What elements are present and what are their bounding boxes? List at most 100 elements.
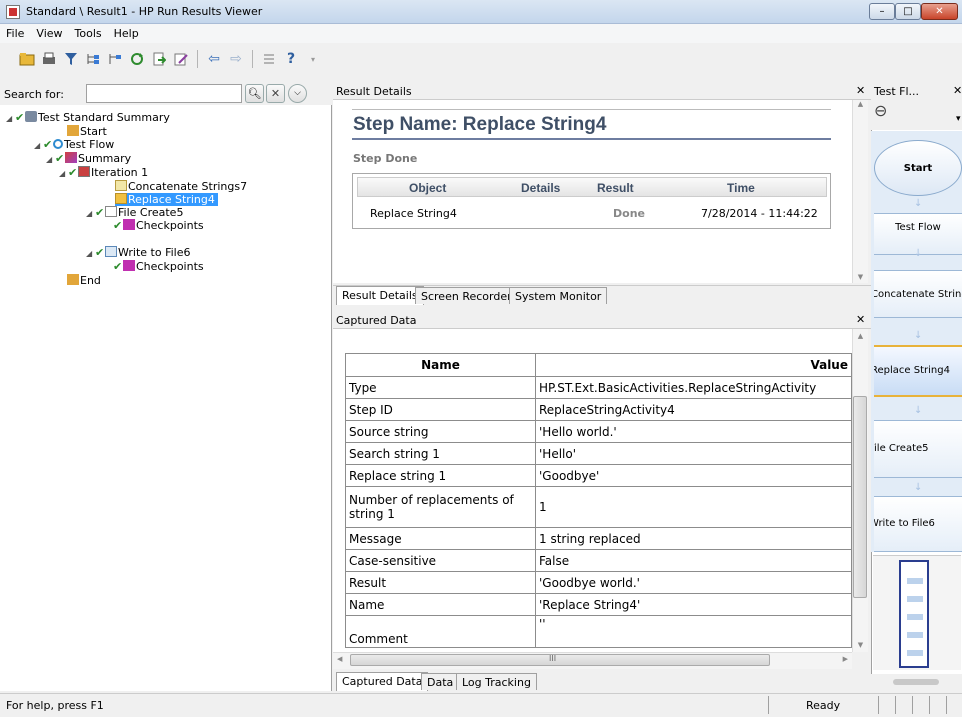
search-label: Search for: — [4, 88, 64, 101]
tree-node-test-summary[interactable]: ◢ ✔ Test Standard Summary — [6, 111, 170, 124]
flow-node-concatenate[interactable]: Concatenate Strings — [874, 270, 962, 318]
tab-result-details[interactable]: Result Details — [336, 286, 424, 305]
expand-toggle-icon[interactable]: ◢ — [86, 247, 95, 260]
tab-screen-recorder[interactable]: Screen Recorder — [415, 287, 518, 304]
close-icon[interactable]: ✕ — [953, 84, 962, 97]
flow-node-label: Concatenate Strings — [874, 289, 962, 300]
tab-log-tracking[interactable]: Log Tracking — [456, 673, 537, 690]
open-folder-icon[interactable] — [18, 50, 36, 68]
zoom-out-icon[interactable]: ⊖ — [874, 101, 887, 120]
expand-toggle-icon[interactable]: ◢ — [46, 153, 55, 166]
collapse-all-icon[interactable] — [106, 50, 124, 68]
result-details-scrollbar[interactable]: ▲ ▼ — [852, 100, 868, 283]
tree-node-test-flow[interactable]: ◢ ✔ Test Flow — [34, 138, 114, 151]
results-tree-pane — [0, 83, 332, 691]
close-icon[interactable]: ✕ — [856, 84, 865, 97]
flow-arrow-icon: ↓ — [914, 482, 923, 493]
help-icon[interactable]: ? — [282, 50, 300, 68]
tree-node-file-create[interactable]: ◢ ✔ File Create5 — [86, 206, 183, 219]
passed-check-icon: ✔ — [113, 260, 123, 273]
refresh-icon[interactable] — [128, 50, 146, 68]
menu-help[interactable]: Help — [108, 24, 145, 40]
tree-node-start[interactable]: Start — [67, 125, 107, 138]
expand-toggle-icon[interactable]: ◢ — [86, 207, 95, 220]
forward-arrow-icon[interactable]: ⇨ — [227, 50, 245, 68]
flow-node-write-file[interactable]: Write to File6 — [874, 496, 962, 552]
tree-node-label: Summary — [78, 152, 132, 165]
param-value-cell: 'Goodbye' — [535, 464, 852, 487]
flow-node-start[interactable]: Start — [874, 140, 962, 196]
menu-bar: File View Tools Help — [0, 24, 962, 43]
flow-node-label: Write to File6 — [874, 518, 935, 529]
menu-file[interactable]: File — [0, 24, 30, 40]
toolbar-overflow-icon[interactable]: ▾ — [304, 50, 322, 68]
tree-node-checkpoints[interactable]: ✔ Checkpoints — [113, 219, 204, 232]
status-help-text: For help, press F1 — [6, 699, 104, 712]
menu-tools[interactable]: Tools — [69, 24, 108, 40]
toolbar-buttons: ⇦ ⇨ ? ▾ — [18, 48, 322, 70]
flow-arrow-icon: ↓ — [914, 248, 923, 259]
menu-view[interactable]: View — [30, 24, 68, 40]
expand-toggle-icon[interactable]: ◢ — [34, 139, 43, 152]
tree-node-concatenate[interactable]: Concatenate Strings7 — [115, 180, 247, 193]
search-options-icon[interactable]: ⌵ — [288, 84, 307, 103]
status-divider — [929, 696, 930, 714]
expand-toggle-icon[interactable]: ◢ — [59, 167, 68, 180]
tree-node-replace-string[interactable]: Replace String4 — [115, 193, 218, 206]
tab-system-monitor[interactable]: System Monitor — [509, 287, 608, 304]
search-input[interactable] — [86, 84, 242, 103]
tab-captured-data[interactable]: Captured Data — [336, 672, 429, 691]
tree-node-checkpoints[interactable]: ✔ Checkpoints — [113, 260, 204, 273]
param-value-cell: 1 — [535, 486, 852, 528]
divider — [352, 138, 831, 140]
param-name-cell: Case-sensitive — [345, 549, 536, 572]
tree-node-end[interactable]: End — [67, 274, 101, 287]
flow-node-replace-string[interactable]: Replace String4 — [874, 345, 962, 397]
tree-node-iteration[interactable]: ◢ ✔ Iteration 1 — [59, 166, 148, 179]
param-name-cell: Search string 1 — [345, 442, 536, 465]
result-details-header — [333, 83, 871, 100]
tab-data[interactable]: Data — [421, 673, 460, 690]
export-icon[interactable] — [150, 50, 168, 68]
start-step-icon — [67, 125, 79, 136]
flow-node-file-create[interactable]: File Create5 — [874, 420, 962, 478]
print-icon[interactable] — [40, 50, 58, 68]
close-window-button[interactable]: ✕ — [921, 3, 958, 20]
param-name-cell: Number of replacements of string 1 — [345, 486, 536, 528]
close-icon[interactable]: ✕ — [856, 313, 865, 326]
param-value-cell: 'Hello' — [535, 442, 852, 465]
captured-data-title: Captured Data — [336, 314, 417, 327]
clear-search-icon[interactable]: ✕ — [266, 84, 285, 103]
expand-toggle-icon[interactable]: ◢ — [6, 112, 15, 125]
back-arrow-icon[interactable]: ⇦ — [205, 50, 223, 68]
maximize-button[interactable]: □ — [895, 3, 921, 20]
filter-icon[interactable] — [62, 50, 80, 68]
scrollbar-thumb[interactable] — [853, 396, 867, 598]
search-icon[interactable]: 🔍︎ — [245, 84, 264, 103]
minimap-viewport[interactable] — [899, 560, 929, 668]
file-create-icon — [105, 206, 117, 217]
expand-all-icon[interactable] — [84, 50, 102, 68]
step-name-heading: Step Name: Replace String4 — [353, 114, 607, 135]
passed-check-icon: ✔ — [95, 206, 105, 219]
param-name-cell: Message — [345, 527, 536, 550]
list-view-icon[interactable] — [260, 50, 278, 68]
result-time-cell: 7/28/2014 - 11:44:22 — [701, 207, 818, 220]
minimize-button[interactable]: – — [869, 3, 895, 20]
tree-node-write-file[interactable]: ◢ ✔ Write to File6 — [86, 246, 190, 259]
column-header-time: Time — [727, 181, 755, 195]
param-value-cell: '' — [535, 615, 852, 648]
end-step-icon — [67, 274, 79, 285]
tree-node-summary[interactable]: ◢ ✔ Summary — [46, 152, 131, 165]
param-value-cell: 1 string replaced — [535, 527, 852, 550]
scrollbar-thumb[interactable]: III — [350, 654, 770, 666]
param-name-cell: Type — [345, 376, 536, 399]
tree-node-label: End — [80, 274, 101, 287]
zoom-dropdown-icon[interactable]: ▾ — [956, 114, 961, 124]
tree-node-label: Checkpoints — [136, 219, 204, 232]
test-flow-hscrollbar[interactable] — [871, 674, 962, 691]
param-name-cell: Replace string 1 — [345, 464, 536, 487]
edit-icon[interactable] — [172, 50, 190, 68]
status-divider — [946, 696, 947, 714]
status-divider — [895, 696, 896, 714]
